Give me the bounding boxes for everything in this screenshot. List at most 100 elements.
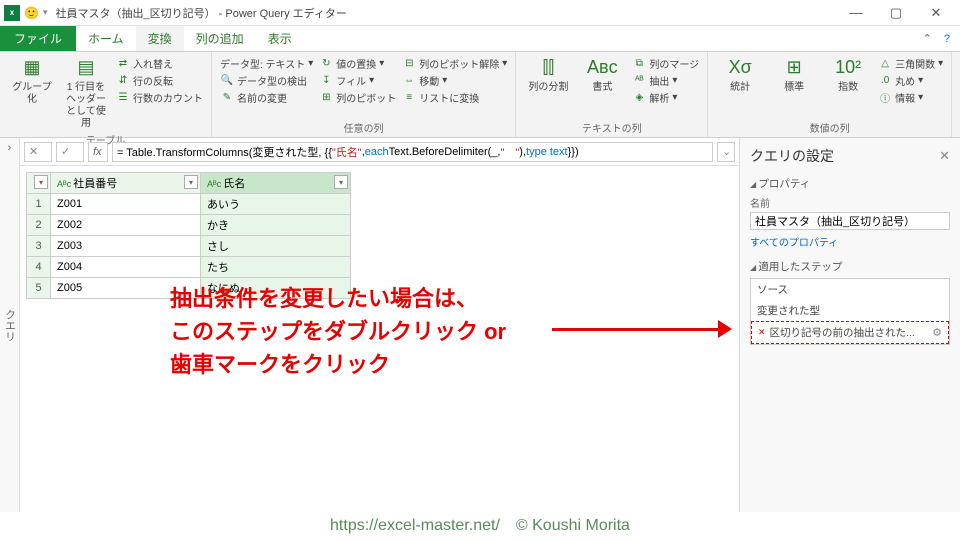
pivot-button[interactable]: ⊞列のピボット (319, 90, 396, 105)
parse-button[interactable]: ◈解析 ▾ (632, 90, 699, 105)
row-num[interactable]: 4 (27, 257, 51, 278)
table-corner[interactable]: ▦▾ (27, 173, 51, 194)
count-rows-button[interactable]: ☰行数のカウント (116, 90, 203, 105)
reverse-icon: ⇵ (116, 74, 130, 88)
gear-icon[interactable]: ⚙ (932, 326, 942, 339)
applied-steps-header[interactable]: 適用したステップ (750, 259, 950, 274)
annotation-arrow (552, 318, 732, 338)
merge-columns-button[interactable]: ⧉列のマージ (632, 56, 699, 71)
header-icon: ▤ (70, 56, 102, 80)
replace-values-button[interactable]: ↻値の置換 ▾ (319, 56, 396, 71)
footer-url: https://excel-master.net/ (330, 517, 500, 535)
cell[interactable]: Z005 (51, 278, 201, 299)
split-column-button[interactable]: ⫿⫿列の分割 (524, 56, 572, 94)
trig-button[interactable]: △三角関数 ▾ (878, 56, 943, 71)
step-source[interactable]: ソース (751, 279, 949, 300)
app-icons: x 🙂 ▾ (4, 5, 47, 21)
close-pane-icon[interactable]: ✕ (939, 148, 950, 164)
properties-header[interactable]: プロパティ (750, 176, 950, 191)
format-button[interactable]: Aʙᴄ書式 (578, 56, 626, 94)
commit-formula-button[interactable]: ✓ (56, 142, 84, 162)
cell[interactable]: たち (201, 257, 351, 278)
exponent-button[interactable]: 10²指数 (824, 56, 872, 94)
groupby-button[interactable]: ▦グループ化 (8, 56, 56, 106)
formula-input[interactable]: = Table.TransformColumns(変更された型, {{"氏名",… (112, 142, 713, 162)
tab-transform[interactable]: 変換 (136, 26, 184, 51)
cell[interactable]: Z002 (51, 215, 201, 236)
cell[interactable]: さし (201, 236, 351, 257)
qa-dropdown-icon[interactable]: ▾ (43, 7, 48, 18)
sidebar-label: クエリ (2, 309, 18, 342)
groupby-icon: ▦ (16, 56, 48, 80)
settings-title: クエリの設定 (750, 146, 834, 166)
extract-button[interactable]: ᴬᴮ抽出 ▾ (632, 73, 699, 88)
delete-step-icon[interactable]: ✕ (758, 327, 766, 338)
reverse-rows-button[interactable]: ⇵行の反転 (116, 73, 203, 88)
formula-dropdown-icon[interactable]: ⌄ (717, 142, 735, 162)
cell[interactable]: Z004 (51, 257, 201, 278)
formula-bar: ✕ ✓ fx = Table.TransformColumns(変更された型, … (20, 138, 739, 166)
cancel-formula-button[interactable]: ✕ (24, 142, 52, 162)
menubar: ファイル ホーム 変換 列の追加 表示 ⌃? (0, 26, 960, 52)
cell[interactable]: Z001 (51, 194, 201, 215)
cell[interactable]: あいう (201, 194, 351, 215)
transpose-icon: ⇄ (116, 57, 130, 71)
detect-datatype-button[interactable]: 🔍データ型の検出 (220, 73, 313, 88)
name-label: 名前 (750, 195, 950, 210)
fx-icon: fx (88, 142, 108, 162)
split-icon: ⫿⫿ (532, 56, 564, 80)
use-first-row-header-button[interactable]: ▤1 行目をヘッダーとして使用 (62, 56, 110, 130)
filter-icon: ▾ (334, 175, 348, 189)
step-extract-before-delimiter[interactable]: ✕区切り記号の前の抽出された...⚙ (751, 321, 949, 344)
row-num[interactable]: 2 (27, 215, 51, 236)
transpose-button[interactable]: ⇄入れ替え (116, 56, 203, 71)
rename-button[interactable]: ✎名前の変更 (220, 90, 313, 105)
tab-file[interactable]: ファイル (0, 26, 76, 51)
tab-view[interactable]: 表示 (256, 26, 304, 51)
minimize-button[interactable]: — (836, 1, 876, 25)
to-list-button[interactable]: ≡リストに変換 (402, 90, 507, 105)
ribbon-collapse-icon[interactable]: ⌃ (923, 32, 932, 45)
tab-addcolumn[interactable]: 列の追加 (184, 26, 256, 51)
cell[interactable]: なにぬ (201, 278, 351, 299)
row-num[interactable]: 5 (27, 278, 51, 299)
smiley-icon: 🙂 (24, 6, 39, 20)
cell[interactable]: かき (201, 215, 351, 236)
filter-icon: ▾ (184, 175, 198, 189)
query-settings-pane: クエリの設定 ✕ プロパティ 名前 すべてのプロパティ 適用したステップ ソース … (740, 138, 960, 512)
window-title: 社員マスタ（抽出_区切り記号） - Power Query エディター (55, 5, 346, 21)
maximize-button[interactable]: ▢ (876, 1, 916, 25)
close-button[interactable]: ✕ (916, 1, 956, 25)
group-textcol-label: テキストの列 (524, 118, 699, 135)
tab-home[interactable]: ホーム (76, 26, 136, 51)
row-num[interactable]: 1 (27, 194, 51, 215)
unpivot-button[interactable]: ⊟列のピボット解除 ▾ (402, 56, 507, 71)
count-icon: ☰ (116, 91, 130, 105)
step-changed-type[interactable]: 変更された型 (751, 300, 949, 321)
move-button[interactable]: ⇔移動 ▾ (402, 73, 507, 88)
sidebar-expand-icon[interactable]: › (8, 142, 12, 154)
footer-copyright: © Koushi Morita (516, 517, 630, 535)
all-properties-link[interactable]: すべてのプロパティ (750, 234, 950, 249)
help-icon[interactable]: ? (944, 33, 950, 45)
ribbon: ▦グループ化 ▤1 行目をヘッダーとして使用 ⇄入れ替え ⇵行の反転 ☰行数のカ… (0, 52, 960, 138)
col-header-id[interactable]: Aᴮc社員番号▾ (51, 173, 201, 194)
row-num[interactable]: 3 (27, 236, 51, 257)
fill-button[interactable]: ↧フィル ▾ (319, 73, 396, 88)
col-header-name[interactable]: Aᴮc氏名▾ (201, 173, 351, 194)
queries-sidebar[interactable]: › クエリ (0, 138, 20, 512)
data-grid: ▦▾ Aᴮc社員番号▾ Aᴮc氏名▾ 1Z001あいう 2Z002かき 3Z00… (20, 166, 739, 305)
group-numcol-label: 数値の列 (716, 118, 943, 135)
excel-icon: x (4, 5, 20, 21)
standard-button[interactable]: ⊞標準 (770, 56, 818, 94)
format-icon: Aʙᴄ (586, 56, 618, 80)
titlebar: x 🙂 ▾ 社員マスタ（抽出_区切り記号） - Power Query エディタ… (0, 0, 960, 26)
group-anycol-label: 任意の列 (220, 118, 507, 135)
statistics-button[interactable]: Χσ統計 (716, 56, 764, 94)
rounding-button[interactable]: .0丸め ▾ (878, 73, 943, 88)
cell[interactable]: Z003 (51, 236, 201, 257)
applied-steps-list: ソース 変更された型 ✕区切り記号の前の抽出された...⚙ (750, 278, 950, 345)
info-button[interactable]: ⓘ情報 ▾ (878, 90, 943, 105)
datatype-button[interactable]: データ型: テキスト ▾ (220, 56, 313, 71)
query-name-input[interactable] (750, 212, 950, 230)
